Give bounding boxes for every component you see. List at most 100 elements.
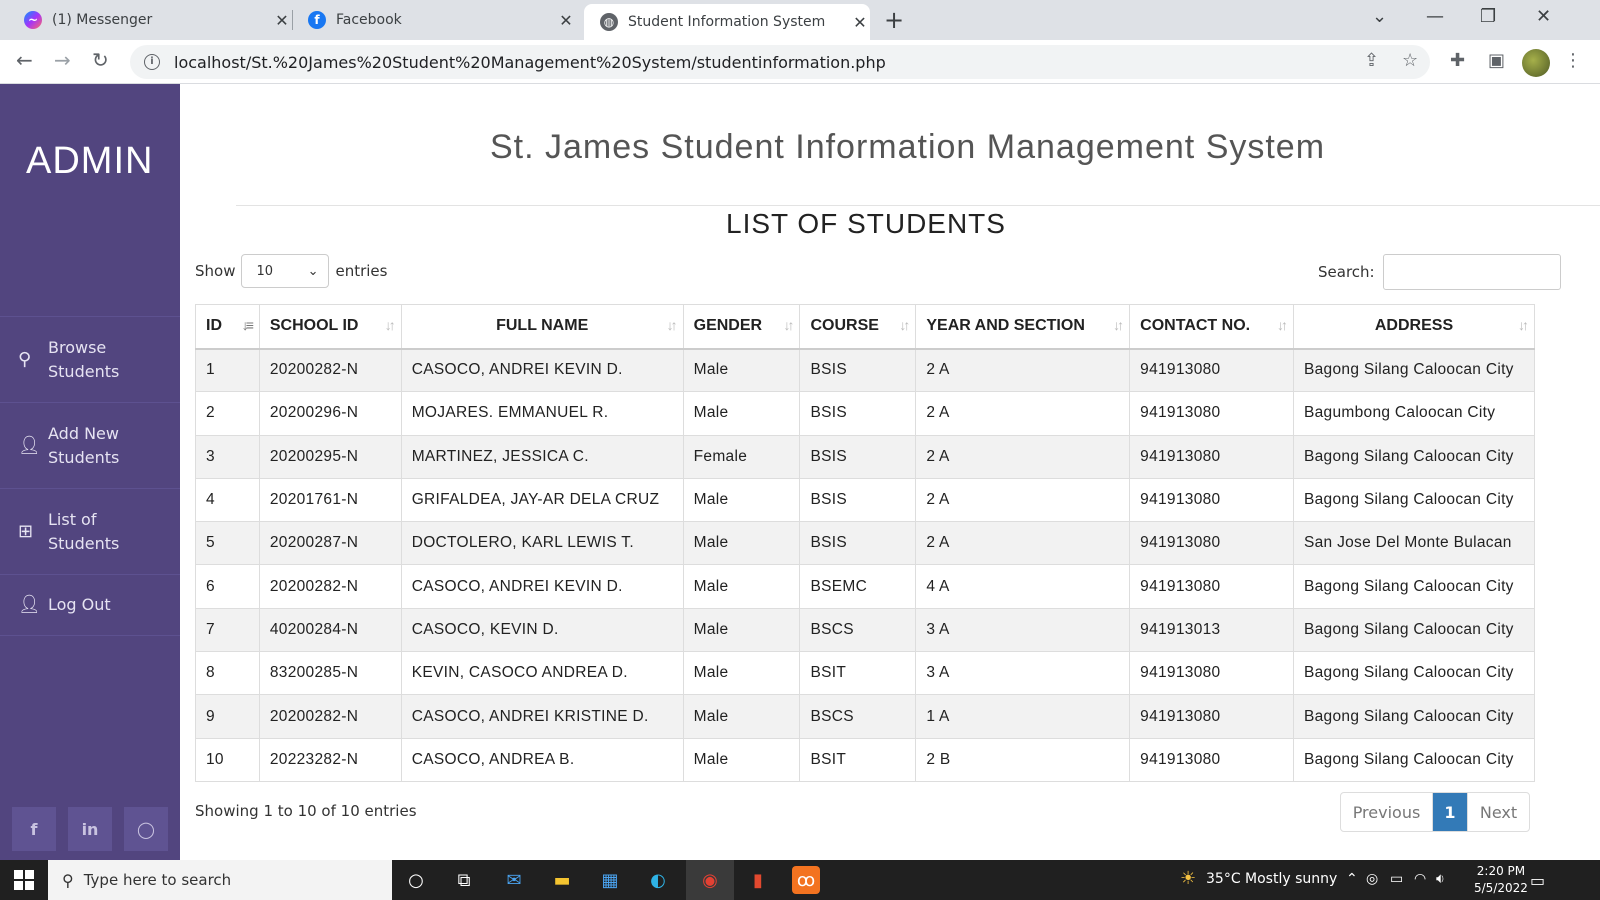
back-arrow-icon[interactable]: ← (16, 48, 33, 72)
main-content: St. James Student Information Management… (180, 84, 1600, 860)
github-icon[interactable]: ◯ (124, 807, 168, 851)
search-input[interactable] (1382, 254, 1561, 290)
table-row[interactable]: 4 20201761-N GRIFALDEA, JAY-AR DELA CRUZ Ma… (195, 477, 1535, 523)
search-icon: ⚲ (18, 348, 32, 370)
table-row[interactable]: 3 20200295-N MARTINEZ, JESSICA C. Female BSI… (195, 434, 1535, 479)
table-icon: ⊞ (18, 520, 34, 542)
table-info: Showing 1 to 10 of 10 entries (195, 802, 417, 820)
column-header-full-name[interactable]: FULL NAME ↓↑ (400, 304, 684, 350)
file-explorer-icon[interactable]: ▬ (548, 866, 576, 894)
sidebar: ADMIN ⚲ Browse Students 👤︎ Add New Stude… (0, 84, 180, 860)
tray-chevron-up-icon[interactable]: ⌃ (1346, 871, 1358, 887)
url-field[interactable]: i localhost/St.%20James%20Student%20Mana… (130, 45, 1430, 79)
search-icon: ⚲ (62, 870, 74, 890)
sort-icon: ↓↑ (899, 317, 910, 333)
restore-icon[interactable]: ❐ (1480, 6, 1496, 27)
next-button[interactable]: Next (1467, 793, 1529, 831)
task-view-icon[interactable]: ⧉ (450, 866, 478, 894)
table-row[interactable]: 5 20200287-N DOCTOLERO, KARL LEWIS T. Male B… (195, 521, 1535, 566)
edge-icon[interactable]: ◐ (644, 866, 672, 894)
reload-icon[interactable]: ↻ (92, 48, 109, 72)
table-row[interactable]: 10 20223282-N CASOCO, ANDREA B. Male BSIT 2 B… (195, 737, 1535, 782)
windows-start-icon[interactable] (14, 870, 34, 890)
meet-now-icon[interactable]: ◎ (1366, 871, 1378, 887)
close-icon[interactable]: ✕ (272, 11, 292, 30)
cortana-icon[interactable]: ○ (402, 866, 430, 894)
sidebar-brand: ADMIN (26, 140, 154, 182)
minimize-icon[interactable]: — (1426, 6, 1444, 27)
user-icon: 👤︎ (18, 594, 41, 615)
profile-avatar[interactable] (1522, 49, 1550, 77)
table-row[interactable]: 2 20200296-N MOJARES. EMMANUEL R. Male BSIS 2… (195, 391, 1535, 436)
address-bar: ← → ↻ i localhost/St.%20James%20Student%… (0, 40, 1600, 84)
column-header-contact-no[interactable]: CONTACT NO. ↓↑ (1129, 304, 1294, 350)
column-header-school-id[interactable]: SCHOOL ID ↓↑ (258, 304, 402, 350)
notification-icon[interactable]: ▭ (1530, 871, 1545, 890)
social-links: f in ◯ (0, 798, 180, 860)
table-row[interactable]: 7 40200284-N CASOCO, KEVIN D. Male BSCS 3 A 94… (195, 607, 1535, 653)
star-icon[interactable]: ☆ (1402, 50, 1418, 71)
new-tab-button[interactable]: + (884, 6, 904, 34)
chevron-down-icon: ⌄ (307, 263, 319, 279)
column-header-address[interactable]: ADDRESS ↓↑ (1293, 304, 1535, 350)
close-icon[interactable]: ✕ (850, 13, 870, 32)
page-1-button[interactable]: 1 (1433, 793, 1467, 831)
system-clock[interactable]: 2:20 PM 5/5/2022 (1474, 863, 1528, 897)
sort-icon: ↓↑ (666, 317, 678, 333)
previous-button[interactable]: Previous (1341, 793, 1433, 831)
office-icon[interactable]: ▮ (744, 866, 772, 894)
tab-student-information-system[interactable]: ◍ Student Information System ✕ (584, 4, 870, 40)
browser-tab-bar: ~ (1) Messenger ✕ f Facebook ✕ ◍ Student… (0, 0, 1600, 40)
sort-icon: ↓↑ (1518, 317, 1529, 333)
sidebar-item-browse-students[interactable]: ⚲ Browse Students (0, 316, 180, 402)
page-title: St. James Student Information Management… (490, 128, 1326, 166)
forward-arrow-icon[interactable]: → (54, 48, 71, 72)
sort-icon: ↓↑ (1113, 317, 1124, 333)
taskbar-search-box[interactable]: ⚲ Type here to search (48, 860, 392, 900)
sort-icon: ↓↑ (384, 317, 396, 333)
chrome-icon[interactable]: ◉ (696, 866, 724, 894)
extensions-icon[interactable]: ✚ (1450, 50, 1465, 71)
sidebar-item-add-new-students[interactable]: 👤︎ Add New Students (0, 402, 180, 488)
linkedin-icon[interactable]: in (68, 807, 112, 851)
column-header-gender[interactable]: GENDER ↓↑ (682, 304, 801, 350)
info-icon[interactable]: i (144, 54, 160, 70)
table-row[interactable]: 1 20200282-N CASOCO, ANDREI KEVIN D. Male BS… (195, 347, 1535, 393)
store-icon[interactable]: ▦ (596, 866, 624, 894)
tab-facebook[interactable]: f Facebook ✕ (298, 0, 576, 40)
messenger-icon: ~ (24, 11, 42, 29)
entries-length-control: Show 10 ⌄ entries (195, 254, 387, 288)
column-header-course[interactable]: COURSE ↓↑ (799, 304, 917, 350)
facebook-icon[interactable]: f (12, 807, 56, 851)
facebook-icon: f (308, 11, 326, 29)
table-row[interactable]: 9 20200282-N CASOCO, ANDREI KRISTINE D. Mal… (195, 694, 1535, 739)
entries-select[interactable]: 10 ⌄ (241, 254, 330, 288)
menu-dots-icon[interactable]: ⋮ (1564, 50, 1582, 71)
tab-messenger[interactable]: ~ (1) Messenger ✕ (14, 0, 292, 40)
battery-icon[interactable]: ▭ (1390, 871, 1403, 887)
close-icon[interactable]: ✕ (556, 11, 576, 30)
table-row[interactable]: 6 20200282-N CASOCO, ANDREI KEVIN D. Male BS… (195, 564, 1535, 609)
students-table: ID ↓≡ SCHOOL ID ↓↑ FULL NAME ↓↑ GENDER ↓↑ CO… (195, 304, 1535, 782)
xampp-icon[interactable]: ꝏ (792, 866, 820, 894)
sort-asc-icon: ↓≡ (241, 317, 254, 333)
sort-icon: ↓↑ (783, 317, 794, 333)
share-icon[interactable]: ⇪ (1364, 50, 1379, 71)
volume-icon[interactable]: 🔉︎ (1436, 871, 1445, 887)
windows-taskbar: ⚲ Type here to search ○ ⧉ ✉ ▬ ▦ ◐ ◉ ▮ ꝏ … (0, 860, 1600, 900)
window-close-icon[interactable]: ✕ (1536, 6, 1551, 27)
tab-separator (292, 10, 293, 30)
wifi-icon[interactable]: ◠ (1414, 871, 1426, 887)
column-header-year-and-section[interactable]: YEAR AND SECTION ↓↑ (915, 304, 1131, 350)
pagination: Previous 1 Next (1340, 792, 1530, 832)
mail-icon[interactable]: ✉ (500, 866, 528, 894)
sidebar-item-log-out[interactable]: 👤︎ Log Out (0, 574, 180, 636)
column-header-id[interactable]: ID ↓≡ (195, 304, 260, 350)
sidebar-item-list-of-students[interactable]: ⊞ List of Students (0, 488, 180, 574)
table-row[interactable]: 8 83200285-N KEVIN, CASOCO ANDREA D. Male BS… (195, 651, 1535, 696)
sort-icon: ↓↑ (1277, 317, 1288, 333)
side-panel-icon[interactable]: ▣ (1488, 50, 1505, 71)
tab-search-icon[interactable]: ⌄ (1372, 6, 1387, 27)
divider (236, 205, 1600, 206)
weather-text[interactable]: 35°C Mostly sunny (1206, 871, 1337, 887)
